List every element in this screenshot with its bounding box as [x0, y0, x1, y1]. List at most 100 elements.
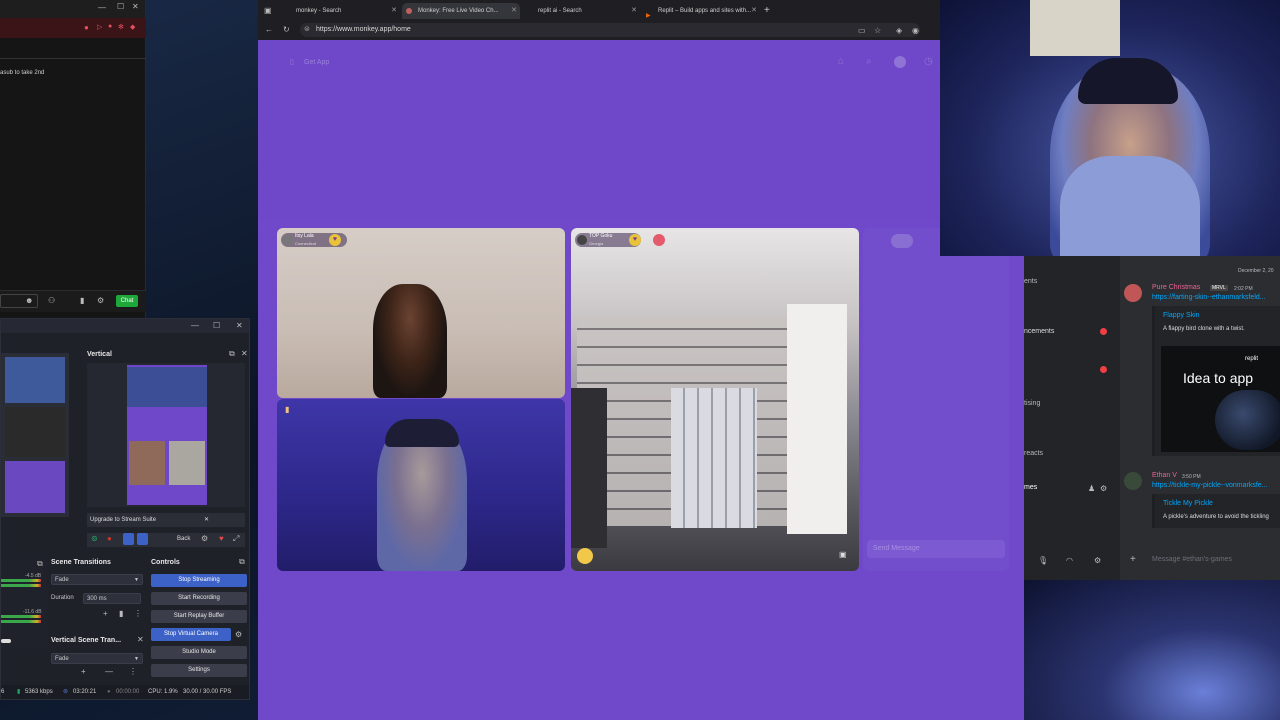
profile-icon[interactable]: ◉ [912, 26, 919, 35]
remove-icon[interactable]: — [105, 667, 113, 676]
trash-icon[interactable]: ▮ [119, 609, 123, 618]
message-author[interactable]: Pure Christmas [1152, 284, 1200, 291]
back-icon[interactable]: ← [265, 25, 273, 34]
search-icon[interactable]: ⌕ [866, 56, 872, 67]
star-icon[interactable]: ☆ [874, 26, 881, 35]
settings-icon[interactable]: ⚙ [97, 296, 104, 305]
more-icon[interactable]: ⋮ [129, 667, 137, 676]
refresh-icon[interactable]: ↻ [283, 25, 290, 34]
report-icon[interactable] [653, 234, 665, 246]
panel-float-icon[interactable]: ⧉ [239, 557, 245, 567]
replay-icon[interactable] [137, 533, 148, 545]
friends-icon[interactable] [891, 234, 913, 248]
alert-icon[interactable]: ◆ [130, 23, 135, 31]
heart-icon[interactable]: ♥ [219, 534, 224, 543]
panel-float-icon[interactable]: ⧉ [229, 349, 235, 359]
add-icon[interactable]: + [81, 667, 86, 676]
get-app-link[interactable]: Get App [304, 59, 329, 66]
minimize-icon[interactable]: — [191, 321, 199, 330]
tab-replit-search[interactable]: replit ai - Search ✕ [522, 3, 640, 19]
vertical-transition-select[interactable]: Fade ▼ [51, 653, 143, 664]
close-icon[interactable]: ✕ [631, 3, 637, 19]
message-author[interactable]: Ethan V [1152, 472, 1177, 479]
close-icon[interactable]: ✕ [132, 2, 139, 11]
add-transition-icon[interactable]: + [103, 609, 108, 618]
chat-button[interactable]: Chat [116, 295, 138, 307]
channel-item[interactable]: tising [1024, 400, 1040, 407]
duration-input[interactable]: 300 ms [83, 593, 141, 604]
attach-icon[interactable]: + [1130, 554, 1136, 565]
gear-icon[interactable]: ⚙ [1100, 484, 1107, 493]
embed-title[interactable]: Tickle My Pickle [1163, 500, 1213, 507]
upgrade-banner[interactable]: Upgrade to Stream Suite ✕ [87, 513, 245, 527]
heart-icon[interactable]: ♥ [329, 234, 341, 246]
mixer-float-icon[interactable]: ⧉ [37, 559, 43, 569]
headphones-icon[interactable]: ◠ [1066, 556, 1073, 565]
heart-icon[interactable]: ♥ [629, 234, 641, 246]
new-tab-icon[interactable]: + [764, 5, 770, 16]
tab-monkey-app[interactable]: Monkey: Free Live Video Ch... ✕ [402, 3, 520, 19]
mic-icon[interactable]: 🎙 [1038, 556, 1048, 565]
users-icon[interactable]: ⚇ [48, 296, 55, 305]
clock-icon[interactable]: ◷ [924, 56, 933, 67]
close-icon[interactable]: ✕ [391, 3, 397, 19]
message-composer[interactable]: Message #ethan's-games [1152, 556, 1232, 563]
record-icon[interactable]: ● [107, 534, 112, 543]
close-icon[interactable]: ✕ [511, 3, 517, 19]
studio-mode-button[interactable]: Studio Mode [151, 646, 247, 659]
self-video: ▮ [277, 399, 565, 571]
send-message-input[interactable]: Send Message [867, 540, 1005, 558]
vertical-preview [87, 363, 245, 507]
tab-search-icon[interactable]: ▭ [858, 26, 866, 35]
camera-icon[interactable]: ▮ [285, 405, 289, 414]
shield-icon[interactable]: ● [84, 23, 89, 32]
stop-streaming-button[interactable]: Stop Streaming [151, 574, 247, 587]
play-icon[interactable]: ▷ [97, 23, 102, 31]
maximize-icon[interactable]: ☐ [213, 321, 220, 330]
shop-icon[interactable]: ⌂ [838, 56, 844, 67]
extension-icon[interactable]: ◈ [896, 26, 902, 35]
transition-select[interactable]: Fade ▼ [51, 574, 143, 585]
start-recording-button[interactable]: Start Recording [151, 592, 247, 605]
embed-title[interactable]: Flappy Skin [1163, 312, 1200, 319]
emoji-icon[interactable]: ☻ [25, 296, 33, 305]
record-icon[interactable]: ● [108, 23, 112, 30]
close-icon[interactable]: ✕ [236, 321, 243, 330]
panel-close-icon[interactable]: ✕ [241, 349, 248, 358]
coin-icon[interactable] [894, 56, 906, 68]
expand-icon[interactable]: ▣ [839, 550, 847, 559]
gear-icon[interactable]: ⚙ [235, 630, 242, 639]
settings-button[interactable]: Settings [151, 664, 247, 677]
gear-icon[interactable]: ✻ [118, 23, 124, 31]
gear-icon[interactable]: ⚙ [201, 534, 208, 543]
start-replay-buffer-button[interactable]: Start Replay Buffer [151, 610, 247, 623]
address-bar[interactable]: ⊜ https://www.monkey.app/home ▭ ☆ ◈ ◉ [300, 23, 920, 37]
message-link[interactable]: https://tickle-my-pickle--vonmarksfe... [1152, 482, 1268, 489]
back-label[interactable]: Back [177, 536, 190, 542]
add-member-icon[interactable]: ♟ [1088, 484, 1095, 493]
stop-virtual-camera-button[interactable]: Stop Virtual Camera [151, 628, 231, 641]
maximize-icon[interactable]: ☐ [117, 2, 124, 11]
channel-item-active[interactable]: mes [1024, 484, 1037, 491]
trash-icon[interactable]: ▮ [80, 296, 84, 305]
tab-replit[interactable]: ▶ Replit – Build apps and sites with... … [642, 3, 760, 19]
stream-icon[interactable]: ⊚ [91, 534, 98, 543]
close-icon[interactable]: ✕ [204, 513, 209, 527]
channel-item[interactable]: ncements [1024, 328, 1054, 335]
wall-poster [1030, 0, 1120, 56]
volume-slider[interactable] [1, 639, 11, 643]
virtual-cam-icon[interactable] [123, 533, 134, 545]
channel-item[interactable]: ents [1024, 278, 1037, 285]
channel-item[interactable]: reacts [1024, 450, 1043, 457]
close-icon[interactable]: ✕ [137, 635, 144, 644]
tab-monkey-search[interactable]: monkey - Search ✕ [280, 3, 400, 19]
divider [0, 58, 146, 59]
more-icon[interactable]: ⋮ [134, 609, 142, 618]
expand-icon[interactable]: ⤢ [233, 534, 239, 544]
sidebar-toggle-icon[interactable]: ▣ [264, 6, 272, 15]
gear-icon[interactable]: ⚙ [1094, 556, 1101, 565]
minimize-icon[interactable]: — [98, 3, 106, 12]
message-link[interactable]: https://farting-skin--ethanmarksfeld... [1152, 294, 1266, 301]
webcam-overlay [940, 0, 1280, 256]
close-icon[interactable]: ✕ [751, 3, 757, 19]
